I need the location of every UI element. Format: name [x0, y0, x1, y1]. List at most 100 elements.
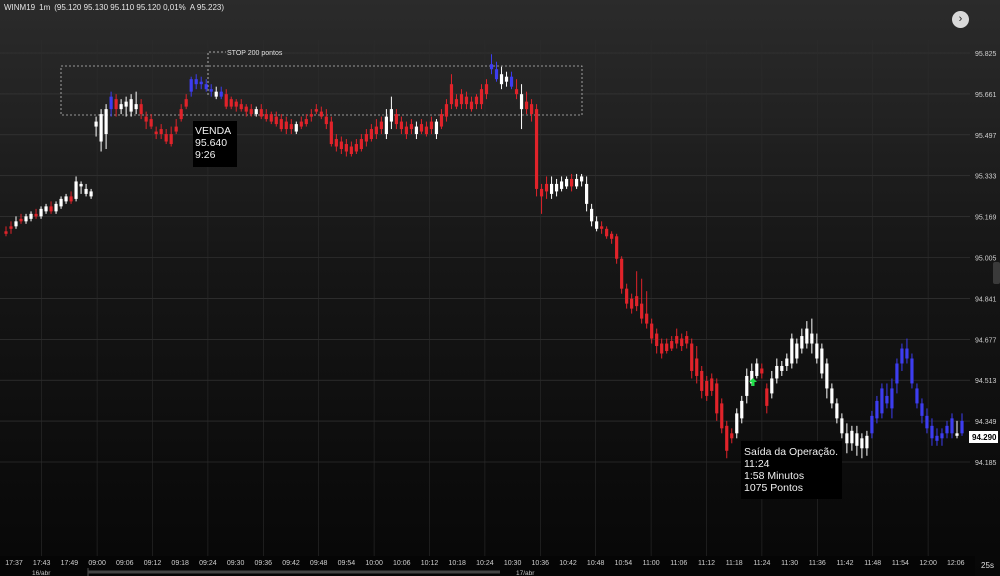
candle-body [274, 116, 278, 125]
candle-body [169, 134, 173, 145]
x-tick-label: 09:12 [144, 560, 162, 567]
x-tick-label: 09:48 [310, 560, 328, 567]
candle-body [64, 196, 68, 202]
candle-body [214, 91, 218, 97]
candle-body [129, 99, 133, 112]
candle-body [39, 208, 43, 217]
candle-body [259, 109, 263, 117]
y-tick-label: 94.677 [975, 337, 997, 344]
candle-body [329, 121, 333, 145]
exit-time: 11:24 [744, 458, 770, 470]
candle-body [114, 99, 118, 110]
candle-body [144, 116, 148, 122]
candle-body [925, 415, 929, 429]
candle-body [855, 433, 859, 446]
x-tick-label: 10:30 [504, 560, 522, 567]
candle-body [735, 413, 739, 434]
candle-body [94, 121, 98, 127]
candle-body [324, 116, 328, 125]
candle-body [745, 375, 749, 396]
x-tick-label: 17:37 [5, 560, 23, 567]
candle-body [685, 336, 689, 344]
candle-body [650, 323, 654, 339]
candle-body [424, 126, 429, 135]
candle-body [504, 76, 509, 82]
candle-body [344, 144, 348, 152]
panel-resize-handle[interactable] [993, 262, 1000, 284]
symbol-name: WINM19 [4, 3, 36, 12]
candle-body [870, 415, 874, 434]
candle-body [519, 94, 524, 110]
candle-body [254, 109, 258, 115]
candle-body [379, 121, 383, 130]
candle-body [539, 188, 544, 197]
candle-body [725, 425, 729, 451]
x-tick-label: 11:36 [809, 560, 826, 567]
candle-body [59, 198, 63, 207]
x-tick-label: 11:18 [726, 560, 743, 567]
candle-body [554, 183, 559, 192]
candle-body [489, 64, 494, 70]
candle-body [304, 119, 308, 125]
candle-body [875, 400, 879, 419]
candle-body [469, 101, 474, 110]
candle-body [514, 89, 519, 95]
price-axis[interactable]: 95.82595.66195.49795.33395.16995.00594.8… [975, 51, 997, 467]
candle-body [695, 358, 699, 376]
candle-body [785, 358, 789, 366]
candle-body [149, 119, 153, 127]
candle-body [880, 388, 884, 414]
candlestick-chart[interactable]: STOP 200 pontos VENDA 95.640 9:26 Saída … [0, 0, 1000, 576]
candle-body [494, 69, 499, 80]
candle-body [414, 126, 419, 135]
chevron-right-icon[interactable]: › [952, 11, 969, 28]
x-tick-label: 10:12 [421, 560, 439, 567]
candle-body [715, 383, 719, 414]
candle-body [770, 378, 774, 394]
candle-body [790, 338, 794, 364]
candle-body [499, 74, 504, 85]
candle-body [780, 365, 784, 371]
x-tick-label: 09:00 [88, 560, 106, 567]
candle-body [9, 226, 13, 229]
timeframe: 1m [39, 3, 51, 12]
candle-body [905, 348, 909, 359]
candle-body [700, 370, 704, 391]
candle-body [484, 84, 489, 95]
candle-body [635, 296, 639, 307]
x-tick-label: 10:18 [448, 560, 466, 567]
candle-body [720, 403, 724, 429]
exit-points: 1075 Pontos [744, 482, 803, 494]
candle-body [840, 418, 844, 434]
candle-body [800, 336, 804, 349]
candle-body [434, 121, 439, 135]
candle-body [544, 183, 549, 192]
y-tick-label: 95.825 [975, 51, 997, 58]
candle-body [264, 114, 268, 120]
candle-body [960, 420, 964, 434]
candle-body [630, 298, 634, 309]
y-tick-label: 94.513 [975, 378, 997, 385]
candle-body [645, 313, 649, 324]
candle-body [665, 343, 669, 352]
candle-body [309, 114, 313, 117]
exit-label: Saída da Operação. [744, 446, 838, 458]
candle-body [509, 76, 514, 87]
candle-body [219, 91, 223, 97]
candle-body [244, 106, 248, 112]
candle-body [444, 104, 449, 117]
candle-body [590, 208, 594, 222]
x-tick-label: 10:42 [559, 560, 577, 567]
x-tick-label: 09:18 [171, 560, 189, 567]
candle-body [79, 183, 83, 187]
candle-body [815, 343, 819, 359]
candle-body [945, 425, 949, 434]
candle-body [830, 388, 834, 404]
candle-body [284, 121, 288, 130]
x-tick-label: 17:43 [33, 560, 51, 567]
candle-body [900, 348, 904, 364]
candle-body [334, 139, 338, 147]
candle-body [124, 101, 128, 107]
candle-body [174, 126, 178, 132]
average-value: A 95.223) [189, 3, 225, 12]
